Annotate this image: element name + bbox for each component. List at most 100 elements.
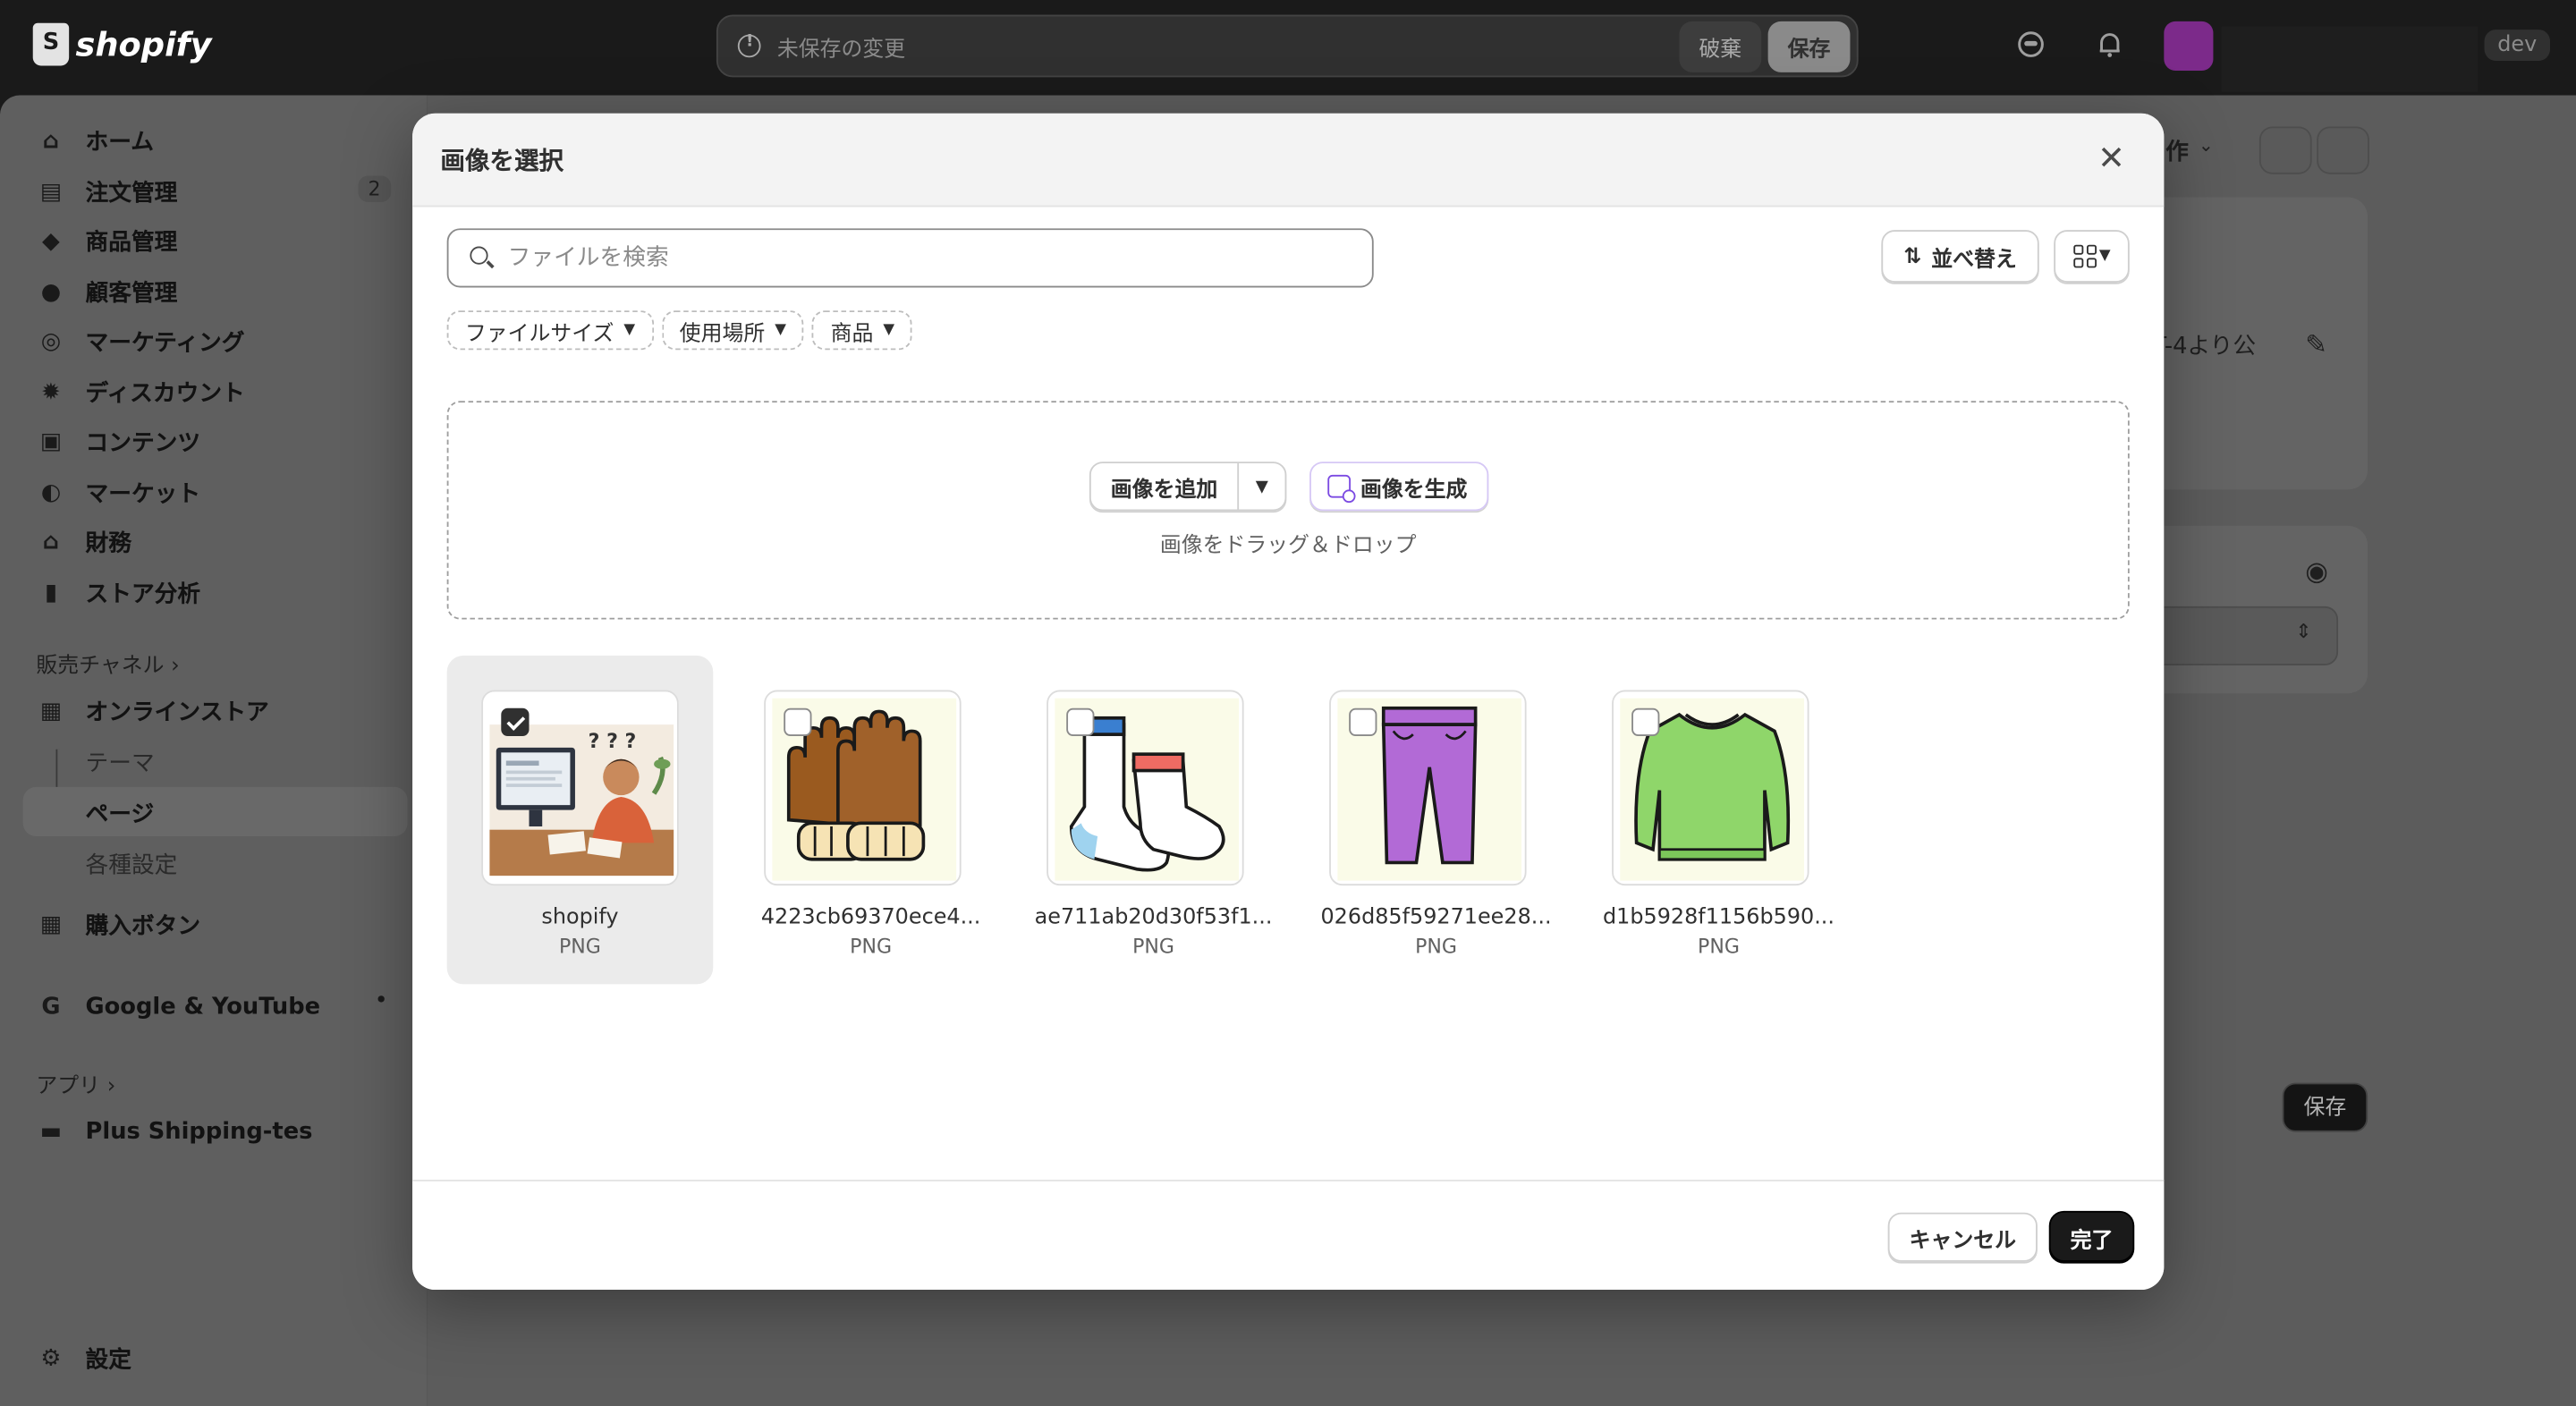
dev-badge: dev <box>2484 30 2550 61</box>
file-checkbox[interactable] <box>784 707 812 736</box>
bg-more-actions[interactable]: 作 <box>2165 135 2189 168</box>
save-button-top[interactable]: 保存 <box>1767 20 1851 72</box>
sidebar-item-buy-button[interactable]: ▦ 購入ボタン <box>36 902 200 948</box>
file-type: PNG <box>1132 935 1174 958</box>
file-checkbox[interactable] <box>1066 707 1095 736</box>
add-image-button[interactable]: 画像を追加 <box>1091 463 1240 510</box>
sidebar-item-label: 顧客管理 <box>85 281 178 308</box>
bg-next-button[interactable] <box>2317 126 2369 174</box>
sidebar-item-home[interactable]: ⌂ ホーム <box>36 118 154 164</box>
sidekick-icon[interactable] <box>2014 30 2047 63</box>
sidebar-item-finance[interactable]: ⌂ 財務 <box>36 519 131 564</box>
ai-image-icon <box>1327 474 1356 504</box>
drop-hint: 画像をドラッグ＆ドロップ <box>1159 534 1417 559</box>
close-icon[interactable]: ✕ <box>2095 141 2128 174</box>
file-type: PNG <box>1698 935 1740 958</box>
sidebar-item-markets[interactable]: ◐ マーケット <box>36 470 200 515</box>
file-card[interactable]: 4223cb69370ece4... PNG <box>730 656 1013 984</box>
filter-file-size[interactable]: ファイルサイズ ▼ <box>446 310 654 351</box>
file-name: ae711ab20d30f53f1... <box>1034 905 1273 930</box>
sidebar-item-label: オンラインストア <box>85 699 269 726</box>
discard-button[interactable]: 破棄 <box>1679 20 1762 72</box>
modal-footer: キャンセル 完了 <box>412 1179 2165 1291</box>
sidebar-item-settings[interactable]: ⚙ 設定 <box>36 1335 131 1381</box>
drop-zone[interactable]: 画像を追加 ▼ 画像を生成 画像をドラッグ＆ドロップ <box>446 401 2130 620</box>
sidebar-item-label: 商品管理 <box>85 230 178 257</box>
sidebar-item-label: 設定 <box>85 1347 131 1374</box>
file-card[interactable]: ae711ab20d30f53f1... PNG <box>1013 656 1295 984</box>
sidebar-item-label: 注文管理 <box>85 181 178 208</box>
file-checkbox[interactable] <box>1631 707 1660 736</box>
chart-icon: ▮ <box>44 580 58 606</box>
apps-heading[interactable]: アプリ › <box>36 1068 115 1099</box>
bg-save-button[interactable]: 保存 <box>2282 1082 2368 1132</box>
file-card[interactable]: 026d85f59271ee28... PNG <box>1295 656 1578 984</box>
sidebar-item-marketing[interactable]: ◎ マーケティング <box>36 318 245 364</box>
add-image-group: 画像を追加 ▼ <box>1089 462 1287 512</box>
sidebar-item-orders[interactable]: ▤ 注文管理 <box>36 169 178 215</box>
generate-image-button[interactable]: 画像を生成 <box>1309 462 1489 512</box>
sidebar-item-products[interactable]: ◆ 商品管理 <box>36 218 177 264</box>
file-thumbnail <box>1612 690 1809 886</box>
sidebar-item-plus-shipping[interactable]: ▬ Plus Shipping-tes <box>36 1109 313 1155</box>
bell-icon[interactable] <box>2093 30 2126 63</box>
select-arrows-icon: ⇕ <box>2295 619 2312 643</box>
sidebar-item-label: マーケティング <box>85 330 245 357</box>
unsaved-text: 未保存の変更 <box>776 37 906 62</box>
sidebar-item-discounts[interactable]: ✹ ディスカウント <box>36 369 245 415</box>
bg-partial-text: T-4より公 <box>2152 333 2257 360</box>
shopify-logo[interactable]: shopify <box>32 22 212 66</box>
search-field[interactable] <box>446 228 1374 288</box>
file-name: d1b5928f1156b590... <box>1602 905 1835 930</box>
person-icon: ● <box>40 279 62 306</box>
file-thumbnail: ? ? ? <box>481 690 679 886</box>
filter-product[interactable]: 商品 ▼ <box>812 310 913 351</box>
globe-icon: ◐ <box>40 479 62 506</box>
orders-count-badge: 2 <box>358 175 391 202</box>
file-type: PNG <box>1415 935 1457 958</box>
chevron-down-icon: ▼ <box>623 322 636 339</box>
sidebar-item-analytics[interactable]: ▮ ストア分析 <box>36 570 200 615</box>
store-avatar[interactable] <box>2164 21 2214 71</box>
file-checkbox[interactable] <box>501 707 530 736</box>
sidebar-item-label: Plus Shipping-tes <box>85 1118 313 1146</box>
unsaved-changes-bar: 未保存の変更 破棄 保存 <box>716 14 1859 78</box>
active-item-highlight <box>22 786 408 837</box>
sidebar-item-theme[interactable]: テーマ <box>86 746 155 779</box>
add-image-menu-button[interactable]: ▼ <box>1239 463 1284 509</box>
sales-channels-heading[interactable]: 販売チャネル › <box>36 648 179 679</box>
gear-icon: ⚙ <box>40 1345 62 1372</box>
eye-icon[interactable]: ◉ <box>2305 555 2328 587</box>
done-button[interactable]: 完了 <box>2050 1212 2133 1262</box>
brand-name: shopify <box>75 24 212 64</box>
sidebar-item-google[interactable]: G Google & YouTube <box>36 984 320 1029</box>
sidebar-item-online-store[interactable]: ▦ オンラインストア <box>36 689 269 734</box>
pencil-icon[interactable]: ✎ <box>2305 328 2327 360</box>
modal-title: 画像を選択 <box>440 146 564 176</box>
file-card[interactable]: d1b5928f1156b590... PNG <box>1578 656 1860 984</box>
chevron-down-icon: ▼ <box>1255 477 1268 495</box>
sidebar-item-pages[interactable]: ページ <box>86 797 155 830</box>
store-icon: ▦ <box>39 698 63 725</box>
filter-used-in[interactable]: 使用場所 ▼ <box>661 310 805 351</box>
chevron-right-icon: › <box>171 654 180 679</box>
store-name-box[interactable] <box>2221 26 2479 92</box>
view-toggle-button[interactable]: ▼ <box>2054 230 2130 283</box>
bg-prev-button[interactable] <box>2258 126 2312 174</box>
content-icon: ▣ <box>39 428 63 455</box>
sidebar-item-preferences[interactable]: 各種設定 <box>86 848 178 881</box>
cancel-button[interactable]: キャンセル <box>1887 1212 2038 1262</box>
sidebar-item-customers[interactable]: ● 顧客管理 <box>36 269 178 315</box>
filter-bar: ファイルサイズ ▼ 使用場所 ▼ 商品 ▼ <box>446 310 913 351</box>
select-image-modal: 画像を選択 ✕ ⇅ 並べ替え ▼ ファイルサイズ ▼ 使用場所 ▼ 商品 <box>412 113 2165 1291</box>
filter-label: 使用場所 <box>679 321 766 346</box>
chevron-down-icon: ⌄ <box>2198 134 2214 157</box>
filter-label: 商品 <box>830 321 874 346</box>
sidebar-item-label: コンテンツ <box>85 430 201 457</box>
sort-button[interactable]: ⇅ 並べ替え <box>1881 230 2039 283</box>
search-input[interactable] <box>507 244 1330 272</box>
file-checkbox[interactable] <box>1349 707 1377 736</box>
file-card[interactable]: ? ? ? shopify PNG <box>446 655 714 985</box>
svg-text:? ? ?: ? ? ? <box>589 731 637 753</box>
sidebar-item-content[interactable]: ▣ コンテンツ <box>36 419 200 464</box>
